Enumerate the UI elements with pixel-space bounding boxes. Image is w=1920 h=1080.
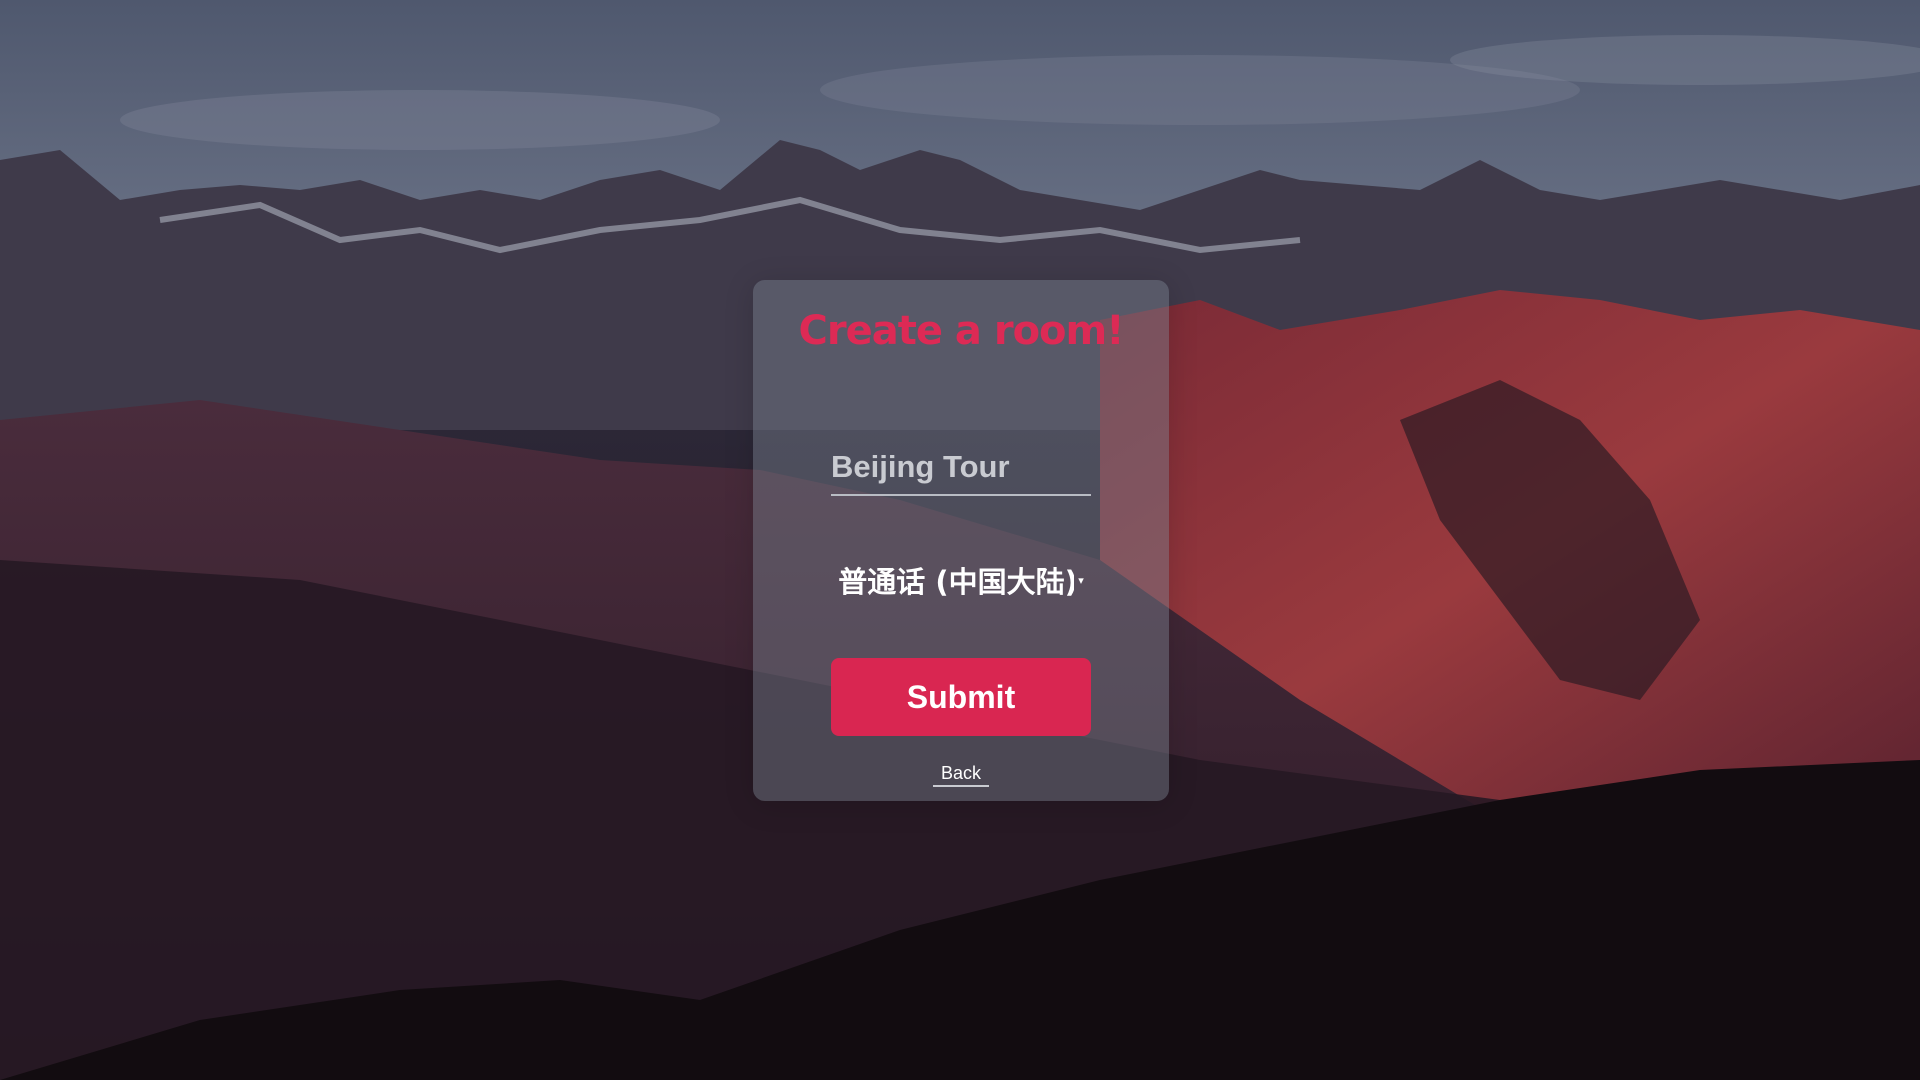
create-room-card: Create a room! 普通话 (中国大陆) ▾ Submit Back [753,280,1169,801]
language-select[interactable]: 普通话 (中国大陆) ▾ [831,552,1091,608]
page-title: Create a room! [798,308,1125,354]
room-name-input[interactable] [831,440,1091,496]
chevron-down-icon: ▾ [1078,573,1084,587]
language-select-value: 普通话 (中国大陆) [838,565,1075,599]
back-link[interactable]: Back [932,763,990,787]
submit-button[interactable]: Submit [831,658,1091,736]
back-link-container: Back [753,763,1169,787]
